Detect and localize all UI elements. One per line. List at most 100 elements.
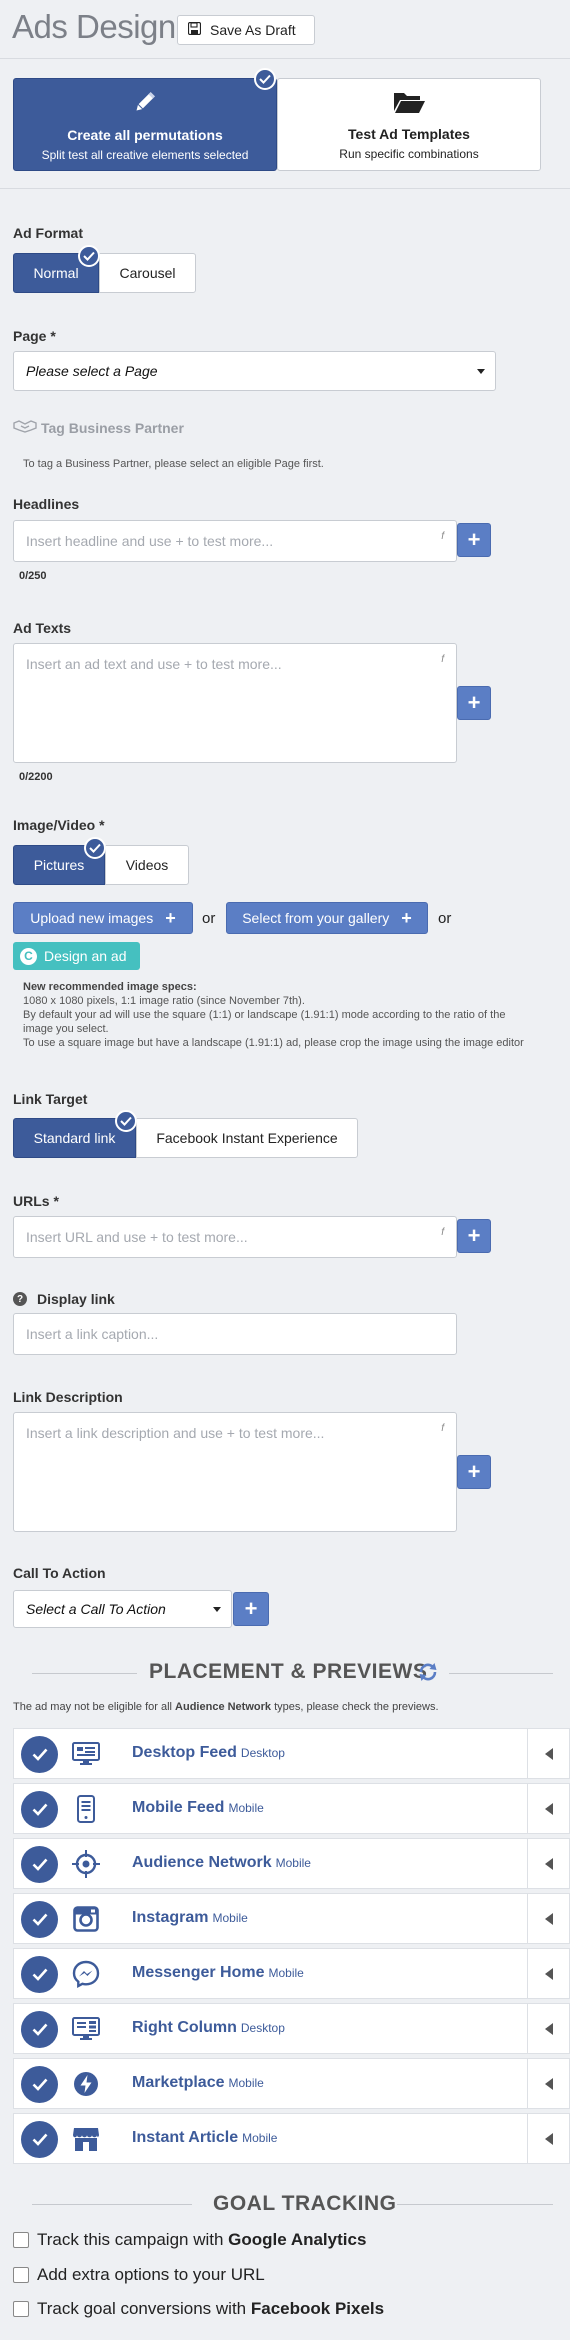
headline-input[interactable]: Insert headline and use + to test more..… bbox=[13, 520, 457, 562]
placement-row-instagram[interactable]: Instagram Mobile bbox=[13, 1893, 570, 1944]
placement-type: Mobile bbox=[275, 1856, 311, 1870]
placement-name: Right Column Desktop bbox=[132, 2019, 285, 2037]
add-cta-button[interactable]: + bbox=[233, 1592, 269, 1626]
check-circle-icon[interactable] bbox=[21, 2121, 58, 2158]
page-select-value: Please select a Page bbox=[26, 363, 158, 379]
add-link-description-button[interactable]: + bbox=[457, 1455, 491, 1489]
expand-toggle[interactable] bbox=[527, 1894, 569, 1943]
plus-icon: + bbox=[401, 907, 412, 928]
placement-label: Instagram bbox=[132, 1909, 209, 1926]
cta-select[interactable]: Select a Call To Action bbox=[13, 1590, 232, 1628]
placement-row-desktop-feed[interactable]: Desktop Feed Desktop bbox=[13, 1728, 570, 1779]
page-title: Ads Design bbox=[12, 8, 176, 45]
extra-url-options-checkbox[interactable] bbox=[13, 2267, 29, 2283]
display-link-input[interactable]: Insert a link caption... bbox=[13, 1313, 457, 1355]
placement-row-audience-network[interactable]: Audience Network Mobile bbox=[13, 1838, 570, 1889]
placement-row-mobile-feed[interactable]: Mobile Feed Mobile bbox=[13, 1783, 570, 1834]
placement-type: Mobile bbox=[228, 1801, 264, 1815]
check-circle-icon[interactable] bbox=[21, 1956, 58, 1993]
goal-option-prefix: Track goal conversions with bbox=[37, 2299, 251, 2318]
add-headline-button[interactable]: + bbox=[457, 523, 491, 557]
emoji-icon[interactable]: f bbox=[441, 654, 444, 665]
ad-text-input[interactable]: Insert an ad text and use + to test more… bbox=[13, 643, 457, 763]
expand-toggle[interactable] bbox=[527, 2114, 569, 2163]
track-facebook-pixels-option[interactable]: Track goal conversions with Facebook Pix… bbox=[13, 2299, 384, 2319]
check-circle-icon[interactable] bbox=[21, 1901, 58, 1938]
emoji-icon[interactable]: f bbox=[441, 1423, 444, 1434]
link-target-instant-experience[interactable]: Facebook Instant Experience bbox=[136, 1118, 358, 1158]
instagram-icon bbox=[69, 1902, 103, 1936]
media-videos[interactable]: Videos bbox=[105, 845, 189, 885]
plus-icon: + bbox=[467, 1459, 481, 1484]
goal-option-bold: Facebook Pixels bbox=[250, 2299, 385, 2318]
selected-check-icon bbox=[78, 245, 100, 267]
placement-title: PLACEMENT & PREVIEWS bbox=[149, 1660, 428, 1683]
check-circle-icon[interactable] bbox=[21, 2066, 58, 2103]
url-input[interactable]: Insert URL and use + to test more... f bbox=[13, 1216, 457, 1258]
mode-divider bbox=[0, 188, 570, 189]
select-gallery-button[interactable]: Select from your gallery + bbox=[226, 902, 428, 934]
placement-name: Messenger Home Mobile bbox=[132, 1964, 304, 1982]
expand-toggle[interactable] bbox=[527, 1949, 569, 1998]
refresh-icon[interactable] bbox=[417, 1661, 439, 1688]
placement-row-messenger-home[interactable]: Messenger Home Mobile bbox=[13, 1948, 570, 1999]
upload-images-button[interactable]: Upload new images + bbox=[13, 902, 193, 934]
emoji-icon[interactable]: f bbox=[441, 531, 444, 542]
canva-icon: C bbox=[20, 947, 37, 965]
placement-row-marketplace[interactable]: Marketplace Mobile bbox=[13, 2058, 570, 2109]
expand-toggle[interactable] bbox=[527, 1784, 569, 1833]
select-gallery-label: Select from your gallery bbox=[242, 910, 390, 926]
image-specs: New recommended image specs: 1080 x 1080… bbox=[23, 980, 570, 1050]
or-text: or bbox=[202, 910, 216, 927]
page-select[interactable]: Please select a Page bbox=[13, 351, 496, 391]
cta-label: Call To Action bbox=[13, 1565, 106, 1581]
expand-toggle[interactable] bbox=[527, 2004, 569, 2053]
track-google-analytics-option[interactable]: Track this campaign with Google Analytic… bbox=[13, 2230, 366, 2250]
ad-text-placeholder: Insert an ad text and use + to test more… bbox=[26, 656, 282, 672]
specs-line: By default your ad will use the square (… bbox=[23, 1009, 506, 1021]
media-label: Image/Video * bbox=[13, 817, 105, 833]
right-column-icon bbox=[69, 2012, 103, 2046]
expand-toggle[interactable] bbox=[527, 1839, 569, 1888]
placement-label: Messenger Home bbox=[132, 1964, 265, 1981]
check-circle-icon[interactable] bbox=[21, 1736, 58, 1773]
emoji-icon[interactable]: f bbox=[441, 1227, 444, 1238]
goal-option-label: Add extra options to your URL bbox=[37, 2265, 265, 2284]
placement-type: Mobile bbox=[212, 1911, 248, 1925]
placement-name: Instant Article Mobile bbox=[132, 2129, 277, 2147]
help-icon[interactable]: ? bbox=[13, 1292, 27, 1306]
goal-option-bold: Google Analytics bbox=[228, 2230, 367, 2249]
check-circle-icon[interactable] bbox=[21, 1846, 58, 1883]
headline-placeholder: Insert headline and use + to test more..… bbox=[26, 533, 274, 549]
goal-option-label: Track goal conversions with Facebook Pix… bbox=[37, 2299, 384, 2319]
create-all-title: Create all permutations bbox=[67, 126, 223, 143]
placement-type: Mobile bbox=[228, 2076, 264, 2090]
design-ad-button[interactable]: C Design an ad bbox=[13, 942, 140, 970]
track-facebook-pixels-checkbox[interactable] bbox=[13, 2301, 29, 2317]
messenger-icon bbox=[69, 1957, 103, 1991]
placement-label: Mobile Feed bbox=[132, 1799, 225, 1816]
placement-row-instant-article[interactable]: Instant Article Mobile bbox=[13, 2113, 570, 2164]
tag-partner-hint: To tag a Business Partner, please select… bbox=[23, 458, 324, 470]
save-draft-button[interactable]: Save As Draft bbox=[177, 15, 315, 45]
link-description-input[interactable]: Insert a link description and use + to t… bbox=[13, 1412, 457, 1532]
link-description-label: Link Description bbox=[13, 1389, 123, 1405]
expand-toggle[interactable] bbox=[527, 2059, 569, 2108]
placement-type: Mobile bbox=[268, 1966, 304, 1980]
add-ad-text-button[interactable]: + bbox=[457, 686, 491, 720]
check-circle-icon[interactable] bbox=[21, 2011, 58, 2048]
placement-row-right-column[interactable]: Right Column Desktop bbox=[13, 2003, 570, 2054]
create-all-permutations-card[interactable]: Create all permutations Split test all c… bbox=[13, 78, 277, 171]
test-ad-templates-card[interactable]: Test Ad Templates Run specific combinati… bbox=[277, 78, 541, 171]
ad-format-carousel[interactable]: Carousel bbox=[99, 253, 196, 293]
check-circle-icon[interactable] bbox=[21, 1791, 58, 1828]
design-ad-label: Design an ad bbox=[44, 948, 127, 964]
placement-label: Audience Network bbox=[132, 1854, 272, 1871]
expand-toggle[interactable] bbox=[527, 1729, 569, 1778]
track-google-analytics-checkbox[interactable] bbox=[13, 2232, 29, 2248]
placement-title-line-left bbox=[32, 1673, 137, 1674]
ad-texts-label: Ad Texts bbox=[13, 620, 72, 636]
add-url-button[interactable]: + bbox=[457, 1219, 491, 1253]
cta-select-value: Select a Call To Action bbox=[26, 1601, 166, 1617]
extra-url-options-option[interactable]: Add extra options to your URL bbox=[13, 2265, 265, 2285]
